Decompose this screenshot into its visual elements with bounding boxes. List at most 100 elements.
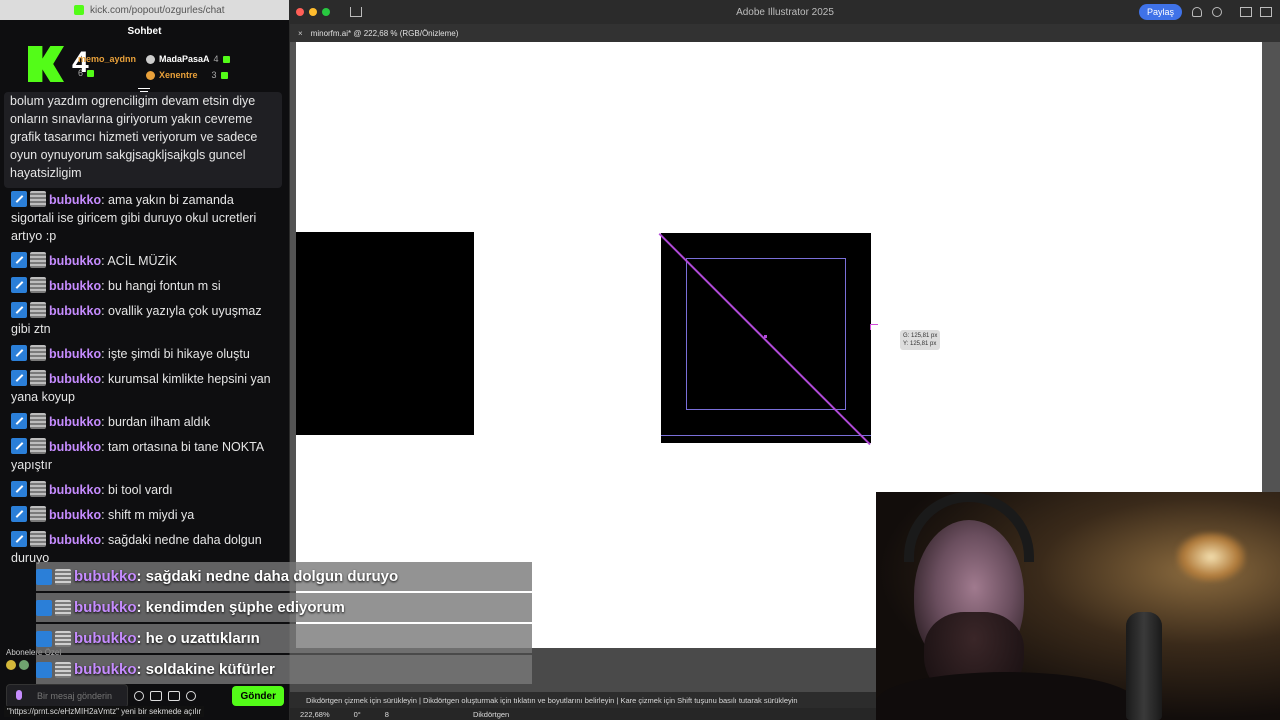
panels-icon[interactable] xyxy=(1260,7,1272,17)
overlay-message: bubukko: he o uzattıkların xyxy=(36,624,532,653)
moderator-badge-icon xyxy=(11,345,27,361)
moderator-badge-icon xyxy=(11,481,27,497)
chat-message: bubukko: işte şimdi bi hikaye oluştu xyxy=(0,342,289,367)
leaderboard-item[interactable]: Xenentre 3 xyxy=(146,70,228,80)
overlay-message: bubukko: soldakine küfürler xyxy=(36,655,532,684)
emoji-icon[interactable] xyxy=(134,691,144,701)
leaderboard-item[interactable]: memo_aydnn xyxy=(78,54,136,64)
leaderboard-count: 6 xyxy=(78,68,95,78)
moderator-badge-icon xyxy=(11,191,27,207)
selection-rectangle xyxy=(686,258,846,410)
chat-input-row: Gönder xyxy=(6,684,284,708)
home-icon[interactable] xyxy=(350,7,362,17)
chat-message: bubukko: ACİL MÜZİK xyxy=(0,249,289,274)
chat-username[interactable]: bubukko xyxy=(49,279,101,293)
workspace-icon[interactable] xyxy=(1240,7,1252,17)
webcam-feed xyxy=(876,492,1280,720)
close-window-icon[interactable] xyxy=(296,8,304,16)
bell-icon[interactable] xyxy=(1192,7,1202,17)
zoom-select[interactable]: 222,68% xyxy=(300,710,330,719)
crosshair-cursor-icon xyxy=(870,324,878,330)
guide-line xyxy=(661,435,871,436)
chat-username[interactable]: bubukko xyxy=(49,254,101,268)
chat-text: : ACİL MÜZİK xyxy=(101,254,178,268)
moderator-badge-icon xyxy=(36,568,52,585)
tab-document[interactable]: × minorfm.ai* @ 222,68 % (RGB/Önizleme) xyxy=(298,29,458,38)
chat-message: bubukko: bu hangi fontun m si xyxy=(0,274,289,299)
close-tab-icon[interactable]: × xyxy=(298,29,303,38)
chat-username[interactable]: bubukko xyxy=(49,483,101,497)
chat-message: bubukko: shift m miydi ya xyxy=(0,503,289,528)
black-square-right[interactable] xyxy=(658,233,871,445)
chat-username[interactable]: bubukko xyxy=(49,533,101,547)
chat-text: : bi tool vardı xyxy=(101,483,173,497)
chat-username[interactable]: bubukko xyxy=(49,304,101,318)
chat-message: bubukko: burdan ilham aldık xyxy=(0,410,289,435)
moderator-badge-icon xyxy=(36,599,52,616)
subscriber-badge-icon xyxy=(55,599,71,616)
lamp-light xyxy=(1176,532,1246,582)
subscriber-badge-icon xyxy=(30,345,46,361)
chat-title: Sohbet xyxy=(127,26,162,37)
artboard-navigator[interactable]: 8 xyxy=(385,710,389,719)
overlay-message: bubukko: sağdaki nedne daha dolgun duruy… xyxy=(36,562,532,591)
moderator-badge-icon xyxy=(36,661,52,678)
subscriber-badge-icon xyxy=(30,531,46,547)
message-input[interactable] xyxy=(6,684,128,708)
document-tabs: × minorfm.ai* @ 222,68 % (RGB/Önizleme) xyxy=(290,24,1280,42)
rotation-select[interactable]: 0° xyxy=(354,710,361,719)
subscriber-badge-icon xyxy=(30,277,46,293)
chat-message: bubukko: bi tool vardı xyxy=(0,478,289,503)
emote-icon[interactable] xyxy=(6,660,16,670)
moderator-badge-icon xyxy=(11,277,27,293)
microphone-icon[interactable] xyxy=(16,690,22,700)
gem-icon xyxy=(222,55,230,63)
gem-icon xyxy=(87,69,95,77)
moderator-badge-icon xyxy=(11,370,27,386)
subscriber-badge-icon xyxy=(30,370,46,386)
chat-header: Sohbet 4 memo_aydnn 6 MadaPasaA 4 Xenent… xyxy=(0,20,289,92)
chat-username[interactable]: bubukko xyxy=(49,415,101,429)
gear-icon[interactable] xyxy=(186,691,196,701)
group-icon[interactable] xyxy=(150,691,162,701)
current-tool-label: Dikdörtgen xyxy=(472,709,510,719)
chat-username[interactable]: bubukko xyxy=(49,372,101,386)
chat-username[interactable]: bubukko xyxy=(49,347,101,361)
overlay-text: : sağdaki nedne daha dolgun duruyo xyxy=(136,568,399,585)
center-point xyxy=(764,335,767,338)
chat-username[interactable]: bubukko xyxy=(49,193,101,207)
url-bar[interactable]: kick.com/popout/ozgurles/chat xyxy=(0,0,289,20)
chat-username[interactable]: bubukko xyxy=(49,440,101,454)
highlighted-message: bolum yazdım ogrenciligim devam etsin di… xyxy=(4,92,282,188)
subscriber-badge-icon xyxy=(30,191,46,207)
chat-message: bubukko: kurumsal kimlikte hepsini yan y… xyxy=(0,367,289,410)
headphones xyxy=(904,492,1034,562)
moderator-badge-icon xyxy=(11,438,27,454)
minimize-window-icon[interactable] xyxy=(309,8,317,16)
emote-icon[interactable] xyxy=(19,660,29,670)
emote-row[interactable] xyxy=(6,660,29,670)
moderator-badge-icon xyxy=(11,252,27,268)
overlay-text: : soldakine küfürler xyxy=(136,661,275,678)
streamer-body xyxy=(876,672,1136,720)
share-button[interactable]: Paylaş xyxy=(1138,4,1182,20)
search-icon[interactable] xyxy=(1212,7,1222,17)
leaderboard-item[interactable]: MadaPasaA 4 xyxy=(146,54,230,64)
subscriber-badge-icon xyxy=(30,252,46,268)
subscriber-badge-icon xyxy=(55,661,71,678)
subscriber-badge-icon xyxy=(30,506,46,522)
moderator-badge-icon xyxy=(11,531,27,547)
overlay-username: bubukko xyxy=(74,568,137,585)
badge-icon xyxy=(146,70,155,80)
maximize-window-icon[interactable] xyxy=(322,8,330,16)
moderator-badge-icon xyxy=(36,630,52,647)
black-square-left[interactable] xyxy=(296,232,474,435)
overlay-text: : he o uzattıkların xyxy=(136,630,260,647)
chat-message: bubukko: tam ortasına bi tane NOKTA yapı… xyxy=(0,435,289,478)
kick-favicon-icon xyxy=(74,5,84,15)
send-button[interactable]: Gönder xyxy=(232,686,284,706)
chat-username[interactable]: bubukko xyxy=(49,508,101,522)
gift-icon[interactable] xyxy=(168,691,180,701)
subscriber-badge-icon xyxy=(30,438,46,454)
chat-messages[interactable]: bolum yazdım ogrenciligim devam etsin di… xyxy=(0,92,289,564)
